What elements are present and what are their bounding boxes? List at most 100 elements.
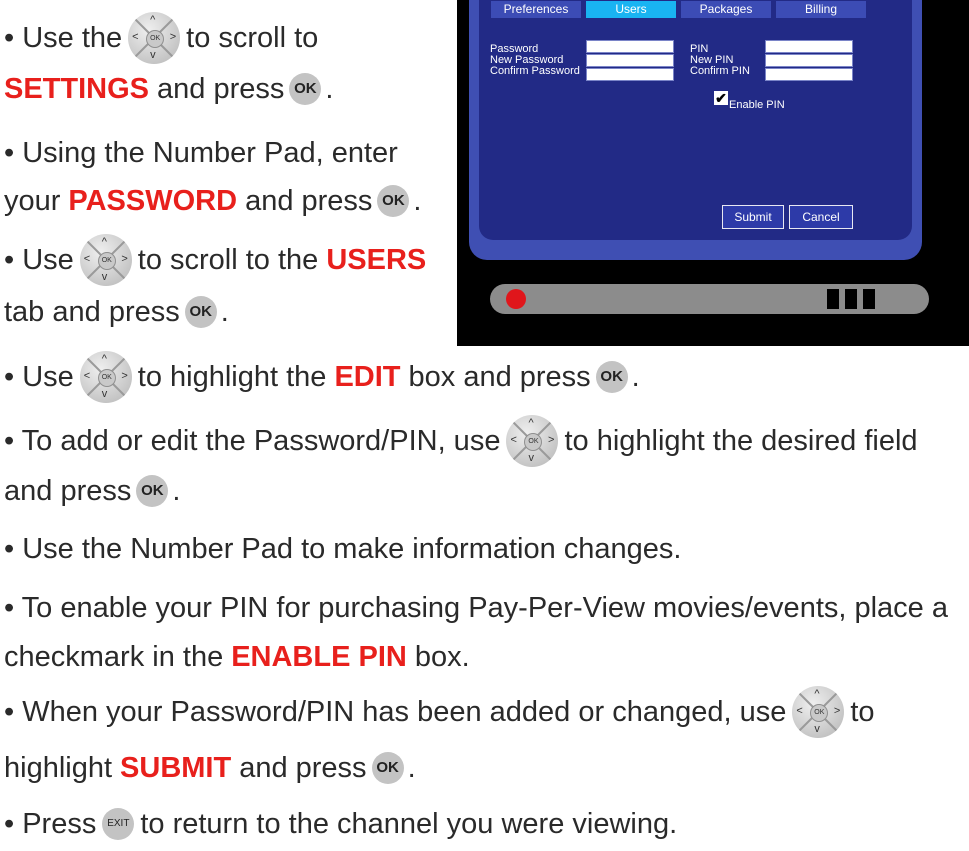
- right-arrow-icon: >: [121, 253, 128, 265]
- step-7-line-2: checkmark in the ENABLE PIN box.: [4, 637, 470, 677]
- enable-pin-label: Enable PIN: [729, 99, 785, 111]
- down-arrow-icon: v: [528, 452, 534, 464]
- text: highlight: [4, 752, 113, 784]
- highlight-edit: EDIT: [334, 361, 401, 393]
- dpad-ok-icon: OK: [97, 369, 116, 387]
- confirm-password-label: Confirm Password: [490, 65, 580, 77]
- text: • Using the Number Pad, enter: [4, 137, 398, 169]
- enable-pin-checkbox[interactable]: ✔: [714, 91, 728, 105]
- text: .: [220, 296, 229, 328]
- ok-button-icon: OK: [289, 73, 322, 105]
- tv-bezel-bar: [490, 284, 929, 314]
- down-arrow-icon: v: [101, 271, 108, 283]
- highlight-enable-pin: ENABLE PIN: [231, 641, 407, 673]
- confirm-pin-label: Confirm PIN: [690, 65, 750, 77]
- power-led: [506, 289, 526, 309]
- dpad-icon: ^ v < > OK: [128, 12, 181, 64]
- step-3-line-2: tab and press OK .: [4, 292, 229, 332]
- ok-button-icon: OK: [184, 296, 217, 328]
- text: to: [850, 696, 875, 728]
- text: • To enable your PIN for purchasing Pay-…: [4, 592, 949, 624]
- down-arrow-icon: v: [101, 388, 108, 400]
- up-arrow-icon: ^: [101, 353, 107, 365]
- text: box and press: [408, 361, 591, 393]
- step-1-line-2: SETTINGS and press OK .: [4, 69, 333, 109]
- new-password-field[interactable]: [586, 54, 674, 67]
- confirm-pin-field[interactable]: [765, 68, 853, 81]
- submit-button[interactable]: Submit: [722, 205, 784, 229]
- step-6-line: • Use the Number Pad to make information…: [4, 529, 682, 569]
- right-arrow-icon: >: [121, 370, 128, 382]
- left-arrow-icon: <: [83, 253, 91, 265]
- step-3-line-1: • Use ^ v < > OK to scroll to the USERS: [4, 234, 426, 286]
- left-arrow-icon: <: [510, 434, 517, 446]
- up-arrow-icon: ^: [101, 236, 107, 248]
- text: to highlight the desired field: [564, 425, 918, 457]
- text: .: [413, 185, 422, 217]
- speaker-grille: [827, 289, 839, 309]
- new-pin-field[interactable]: [765, 54, 853, 67]
- text: checkmark in the: [4, 641, 224, 673]
- dpad-ok-icon: OK: [524, 433, 543, 451]
- text: to scroll to the: [137, 244, 319, 276]
- left-arrow-icon: <: [83, 370, 91, 382]
- tv-screen: Preferences Users Packages Billing Passw…: [469, 0, 922, 260]
- pin-field[interactable]: [765, 40, 853, 53]
- settings-tabs: Preferences Users Packages Billing: [491, 1, 871, 18]
- step-5-line-1: • To add or edit the Password/PIN, use ^…: [4, 415, 918, 467]
- step-7-line-1: • To enable your PIN for purchasing Pay-…: [4, 588, 948, 628]
- text: to return to the channel you were viewin…: [140, 808, 678, 840]
- text: .: [172, 475, 181, 507]
- speaker-grille: [845, 289, 857, 309]
- password-field[interactable]: [586, 40, 674, 53]
- ok-button-icon: OK: [371, 752, 404, 784]
- step-4-line: • Use ^ v < > OK to highlight the EDIT box a…: [4, 351, 640, 403]
- down-arrow-icon: v: [150, 49, 156, 61]
- text: • Use the: [4, 22, 123, 54]
- text: .: [631, 361, 640, 393]
- confirm-password-field[interactable]: [586, 68, 674, 81]
- cancel-button[interactable]: Cancel: [789, 205, 853, 229]
- down-arrow-icon: v: [814, 723, 820, 735]
- dpad-icon: ^ v < > OK: [792, 686, 845, 738]
- highlight-password: PASSWORD: [68, 185, 238, 217]
- left-arrow-icon: <: [132, 31, 139, 43]
- step-8-line-2: highlight SUBMIT and press OK .: [4, 748, 416, 788]
- step-2-line-2: your PASSWORD and press OK .: [4, 181, 421, 221]
- tab-users[interactable]: Users: [586, 1, 676, 18]
- step-1-line-1: • Use the ^ v < > OK to scroll to: [4, 12, 319, 64]
- dpad-ok-icon: OK: [97, 252, 116, 270]
- exit-button-icon: EXIT: [102, 808, 135, 840]
- dpad-icon: ^ v < > OK: [79, 234, 132, 286]
- text: to scroll to: [186, 22, 319, 54]
- tab-billing[interactable]: Billing: [776, 1, 866, 18]
- tab-preferences[interactable]: Preferences: [491, 1, 581, 18]
- step-8-line-1: • When your Password/PIN has been added …: [4, 686, 875, 738]
- dpad-ok-icon: OK: [146, 30, 165, 48]
- text: and press: [245, 185, 373, 217]
- up-arrow-icon: ^: [814, 688, 820, 700]
- text: • Use the Number Pad to make information…: [4, 533, 682, 565]
- text: to highlight the: [137, 361, 327, 393]
- text: your: [4, 185, 61, 217]
- step-2-line-1: • Using the Number Pad, enter: [4, 133, 398, 173]
- text: and press: [157, 73, 285, 105]
- text: .: [407, 752, 416, 784]
- left-arrow-icon: <: [796, 705, 803, 717]
- dpad-icon: ^ v < > OK: [79, 351, 132, 403]
- text: box.: [414, 641, 470, 673]
- text: and press: [4, 475, 132, 507]
- dpad-ok-icon: OK: [810, 704, 829, 722]
- text: • Use: [4, 244, 74, 276]
- right-arrow-icon: >: [169, 31, 177, 43]
- ok-button-icon: OK: [136, 475, 169, 507]
- text: and press: [239, 752, 367, 784]
- dpad-icon: ^ v < > OK: [506, 415, 559, 467]
- text: • When your Password/PIN has been added …: [4, 696, 787, 728]
- step-9-line: • Press EXIT to return to the channel yo…: [4, 804, 677, 844]
- text: • Use: [4, 361, 74, 393]
- tab-packages[interactable]: Packages: [681, 1, 771, 18]
- speaker-grille: [863, 289, 875, 309]
- ok-button-icon: OK: [595, 361, 628, 393]
- text: tab and press: [4, 296, 180, 328]
